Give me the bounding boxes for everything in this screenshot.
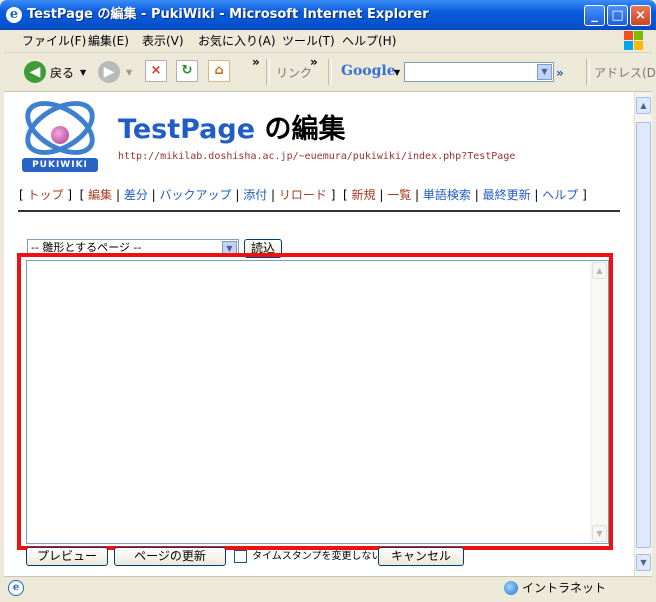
scroll-up-icon[interactable]: ▲ bbox=[636, 97, 651, 114]
forward-dropdown-icon[interactable]: ▼ bbox=[126, 66, 132, 80]
back-button-label[interactable]: 戻る bbox=[50, 66, 74, 80]
nav-search-link[interactable]: 単語検索 bbox=[423, 188, 471, 202]
links-chevron-icon[interactable]: » bbox=[310, 55, 318, 69]
cancel-button[interactable]: キャンセル bbox=[378, 547, 464, 566]
nav-reload-link[interactable]: リロード bbox=[279, 188, 327, 202]
nav-list-link[interactable]: 一覧 bbox=[387, 188, 411, 202]
home-icon[interactable]: ⌂ bbox=[208, 60, 230, 82]
links-label[interactable]: リンク bbox=[276, 66, 312, 80]
windows-flag-icon bbox=[624, 31, 644, 51]
window-scrollbar[interactable]: ▲ ▼ bbox=[634, 92, 652, 576]
close-button[interactable]: × bbox=[630, 5, 651, 26]
window-titlebar[interactable]: e TestPage の編集 - PukiWiki - Microsoft In… bbox=[0, 0, 656, 30]
toolbar-separator bbox=[266, 59, 270, 85]
menu-favorites[interactable]: お気に入り(A) bbox=[198, 34, 276, 48]
stop-icon[interactable]: × bbox=[145, 60, 167, 82]
nav-recent-link[interactable]: 最終更新 bbox=[483, 188, 531, 202]
nav-top-link[interactable]: トップ bbox=[28, 188, 64, 202]
intranet-globe-icon bbox=[504, 581, 518, 595]
menu-help[interactable]: ヘルプ(H) bbox=[342, 34, 396, 48]
status-bar: e イントラネット bbox=[4, 576, 652, 599]
menu-tools[interactable]: ツール(T) bbox=[282, 34, 335, 48]
page-title-link[interactable]: TestPage bbox=[118, 114, 255, 145]
keep-timestamp-checkbox[interactable] bbox=[234, 550, 247, 563]
nav-edit-link[interactable]: 編集 bbox=[88, 188, 112, 202]
refresh-icon[interactable]: ↻ bbox=[176, 60, 198, 82]
page-title-suffix: の編集 bbox=[264, 114, 346, 145]
keep-timestamp-label[interactable]: タイムスタンプを変更しない bbox=[252, 551, 382, 563]
forward-arrow-icon[interactable]: ▶ bbox=[98, 61, 120, 83]
nav-backup-link[interactable]: バックアップ bbox=[160, 188, 232, 202]
wiki-navbar: [ トップ ] [ 編集 | 差分 | バックアップ | 添付 | リロード ]… bbox=[19, 188, 587, 202]
update-page-button[interactable]: ページの更新 bbox=[114, 547, 226, 566]
ie-icon: e bbox=[6, 7, 22, 23]
toolbar-separator bbox=[586, 59, 590, 85]
toolbar-separator bbox=[328, 59, 332, 85]
header-divider bbox=[18, 210, 620, 212]
google-search-chevron-icon[interactable]: » bbox=[556, 66, 564, 80]
google-search-input[interactable]: ▼ bbox=[404, 62, 554, 82]
pukiwiki-logo[interactable]: PUKIWIKI bbox=[16, 92, 104, 178]
scrollbar-thumb[interactable] bbox=[636, 122, 651, 548]
address-label[interactable]: アドレス(D) bbox=[594, 66, 656, 80]
preview-button[interactable]: プレビュー bbox=[26, 547, 108, 566]
menu-edit[interactable]: 編集(E) bbox=[88, 34, 129, 48]
page-content: PUKIWIKI TestPage の編集 http://mikilab.dos… bbox=[4, 92, 634, 576]
nav-attach-link[interactable]: 添付 bbox=[243, 188, 267, 202]
security-zone-label: イントラネット bbox=[522, 581, 607, 595]
scroll-down-icon[interactable]: ▼ bbox=[636, 554, 651, 571]
menu-file[interactable]: ファイル(F) bbox=[22, 34, 86, 48]
highlight-box bbox=[17, 253, 613, 550]
google-logo[interactable]: Google bbox=[341, 63, 396, 79]
menu-view[interactable]: 表示(V) bbox=[142, 34, 184, 48]
page-title: TestPage の編集 bbox=[118, 114, 345, 146]
nav-help-link[interactable]: ヘルプ bbox=[542, 188, 578, 202]
back-arrow-icon[interactable]: ◀ bbox=[24, 61, 46, 83]
chevron-down-icon[interactable]: ▼ bbox=[537, 64, 552, 80]
logo-text: PUKIWIKI bbox=[22, 158, 98, 172]
standard-toolbar: ◀ 戻る ▼ ▶ ▼ × ↻ ⌂ » リンク » Google ▼ ▼ » アド… bbox=[4, 53, 656, 92]
page-url: http://mikilab.doshisha.ac.jp/~euemura/p… bbox=[118, 151, 516, 162]
minimize-button[interactable]: _ bbox=[584, 5, 605, 26]
maximize-button[interactable]: □ bbox=[607, 5, 628, 26]
nav-diff-link[interactable]: 差分 bbox=[124, 188, 148, 202]
nav-new-link[interactable]: 新規 bbox=[352, 188, 376, 202]
back-dropdown-icon[interactable]: ▼ bbox=[80, 66, 86, 80]
google-dropdown-icon[interactable]: ▼ bbox=[394, 66, 400, 80]
window-title: TestPage の編集 - PukiWiki - Microsoft Inte… bbox=[27, 7, 429, 22]
menu-bar: ファイル(F) 編集(E) 表示(V) お気に入り(A) ツール(T) ヘルプ(… bbox=[4, 30, 652, 53]
toolbar-chevron-icon[interactable]: » bbox=[252, 55, 260, 69]
page-icon: e bbox=[8, 580, 24, 596]
